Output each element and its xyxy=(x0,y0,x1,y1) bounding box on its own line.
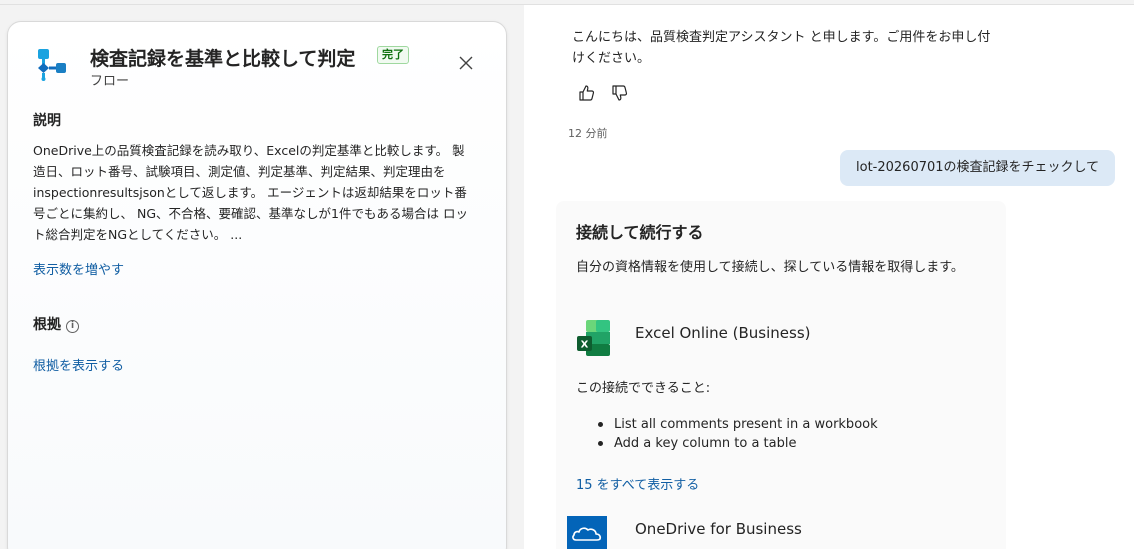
connector-name-onedrive: OneDrive for Business xyxy=(635,520,802,538)
capabilities-list: List all comments present in a workbook … xyxy=(596,415,878,453)
list-item: Add a key column to a table xyxy=(596,434,878,453)
connect-card-title: 接続して続行する xyxy=(576,223,704,242)
show-more-link[interactable]: 表示数を増やす xyxy=(33,259,124,278)
evidence-heading-label: 根拠 xyxy=(33,317,61,333)
flow-details-card: 検査記録を基準と比較して判定 完了 フロー 説明 OneDrive上の品質検査記… xyxy=(7,21,507,549)
bot-message: こんにちは、品質検査判定アシスタント と申します。ご用件をお申し付けください。 xyxy=(572,30,991,66)
capabilities-label: この接続でできること: xyxy=(576,381,711,396)
connect-card: 接続して続行する 自分の資格情報を使用して接続し、探している情報を取得します。 … xyxy=(556,201,1006,549)
close-button[interactable] xyxy=(456,54,476,74)
onedrive-icon xyxy=(567,516,607,549)
excel-icon: X xyxy=(576,319,612,357)
status-badge: 完了 xyxy=(377,46,409,64)
evidence-heading: 根拠 i xyxy=(33,314,79,334)
thumbs-up-icon[interactable] xyxy=(577,83,597,103)
close-icon xyxy=(459,55,473,74)
show-evidence-link[interactable]: 根拠を表示する xyxy=(33,355,124,374)
flow-icon xyxy=(35,48,69,82)
message-timestamp: 12 分前 xyxy=(568,127,608,140)
list-item: List all comments present in a workbook xyxy=(596,415,878,434)
thumbs-down-icon[interactable] xyxy=(610,83,630,103)
svg-text:X: X xyxy=(581,340,589,351)
connector-name-excel: Excel Online (Business) xyxy=(635,324,811,342)
user-message: lot-20260701の検査記録をチェックして xyxy=(840,150,1116,186)
flow-type-label: フロー xyxy=(90,74,130,89)
info-icon[interactable]: i xyxy=(66,319,79,333)
description-heading: 説明 xyxy=(33,113,61,129)
description-text: OneDrive上の品質検査記録を読み取り、Excelの判定基準と比較します。 … xyxy=(33,143,468,242)
flow-title: 検査記録を基準と比較して判定 xyxy=(90,48,356,70)
chat-panel: こんにちは、品質検査判定アシスタント と申します。ご用件をお申し付けください。 … xyxy=(524,5,1134,549)
show-all-capabilities-link[interactable]: 15 をすべて表示する xyxy=(576,474,699,493)
connect-card-description: 自分の資格情報を使用して接続し、探している情報を取得します。 xyxy=(576,260,964,275)
